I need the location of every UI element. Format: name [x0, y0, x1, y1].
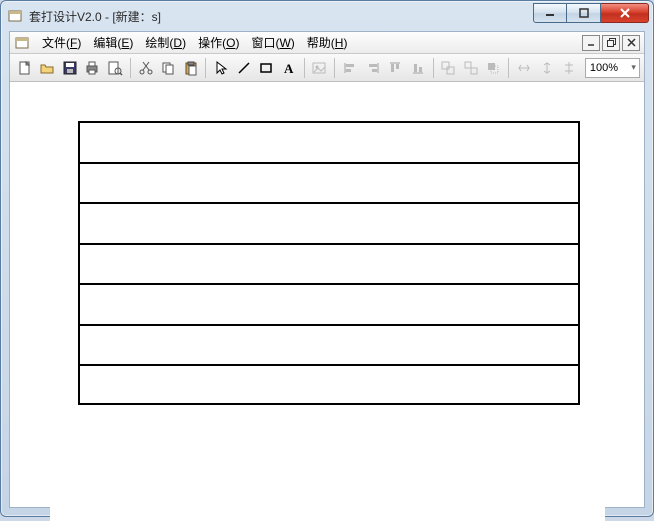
zoom-combo[interactable]: 100%: [585, 58, 640, 78]
same-height-button[interactable]: [536, 57, 558, 79]
table-row[interactable]: [80, 204, 578, 245]
table-row[interactable]: [80, 326, 578, 367]
menu-operate[interactable]: 操作(O): [192, 32, 245, 53]
table-row[interactable]: [80, 123, 578, 164]
print-preview-button[interactable]: [104, 57, 126, 79]
drawn-table-object[interactable]: [78, 121, 580, 405]
menu-draw[interactable]: 绘制(D): [139, 32, 192, 53]
close-button[interactable]: [601, 3, 649, 23]
separator: [130, 58, 131, 78]
ungroup-button[interactable]: [460, 57, 482, 79]
zoom-value: 100%: [590, 62, 618, 74]
pointer-tool-button[interactable]: [210, 57, 232, 79]
align-bottom-button[interactable]: [407, 57, 429, 79]
copy-button[interactable]: [157, 57, 179, 79]
workspace[interactable]: [10, 83, 644, 507]
main-window: 套打设计V2.0 - [新建：s] 文件(F) 编辑(E) 绘制(D) 操作(O…: [0, 0, 654, 517]
separator: [433, 58, 434, 78]
rectangle-tool-button[interactable]: [256, 57, 278, 79]
window-title: 套打设计V2.0 - [新建：s]: [29, 8, 533, 25]
align-right-button[interactable]: [362, 57, 384, 79]
paste-button[interactable]: [180, 57, 202, 79]
svg-text:A: A: [284, 61, 294, 76]
open-button[interactable]: [37, 57, 59, 79]
separator: [304, 58, 305, 78]
bring-front-button[interactable]: [483, 57, 505, 79]
titlebar[interactable]: 套打设计V2.0 - [新建：s]: [1, 1, 653, 31]
document-icon: [14, 35, 30, 51]
mdi-controls: [582, 35, 640, 51]
mdi-minimize-button[interactable]: [582, 35, 600, 51]
window-controls: [533, 3, 649, 23]
menu-file[interactable]: 文件(F): [36, 32, 87, 53]
align-top-button[interactable]: [384, 57, 406, 79]
print-button[interactable]: [82, 57, 104, 79]
toolbar: A 100%: [10, 54, 644, 82]
table-row[interactable]: [80, 164, 578, 205]
line-tool-button[interactable]: [233, 57, 255, 79]
minimize-button[interactable]: [533, 3, 567, 23]
document-page[interactable]: [50, 121, 605, 521]
menu-help[interactable]: 帮助(H): [301, 32, 354, 53]
table-row[interactable]: [80, 245, 578, 286]
text-tool-button[interactable]: A: [278, 57, 300, 79]
mdi-restore-button[interactable]: [602, 35, 620, 51]
cut-button[interactable]: [135, 57, 157, 79]
same-width-button[interactable]: [513, 57, 535, 79]
separator: [205, 58, 206, 78]
group-button[interactable]: [437, 57, 459, 79]
app-icon: [7, 8, 23, 24]
maximize-button[interactable]: [567, 3, 601, 23]
new-button[interactable]: [14, 57, 36, 79]
menu-edit[interactable]: 编辑(E): [87, 32, 139, 53]
separator: [334, 58, 335, 78]
menubar: 文件(F) 编辑(E) 绘制(D) 操作(O) 窗口(W) 帮助(H): [10, 32, 644, 54]
mdi-close-button[interactable]: [622, 35, 640, 51]
separator: [508, 58, 509, 78]
menu-window[interactable]: 窗口(W): [245, 32, 300, 53]
image-tool-button[interactable]: [309, 57, 331, 79]
client-area: 文件(F) 编辑(E) 绘制(D) 操作(O) 窗口(W) 帮助(H): [9, 31, 645, 508]
table-row[interactable]: [80, 285, 578, 326]
save-button[interactable]: [59, 57, 81, 79]
distribute-button[interactable]: [558, 57, 580, 79]
align-left-button[interactable]: [339, 57, 361, 79]
table-row[interactable]: [80, 366, 578, 407]
